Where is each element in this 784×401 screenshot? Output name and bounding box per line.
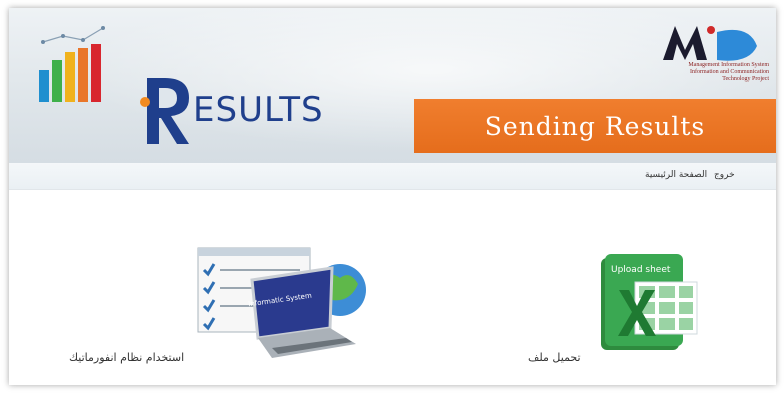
mis-caption: Management Information System Informatio… xyxy=(639,62,769,83)
results-logo: ESULTS xyxy=(137,68,357,148)
informatic-system-link[interactable]: استخدام نظام انفورماتيك xyxy=(69,351,184,364)
bar-chart-icon xyxy=(39,26,105,102)
mis-line-3: Technology Project xyxy=(722,76,769,82)
nav-home-link[interactable]: الصفحة الرئيسية xyxy=(645,170,707,180)
r-letter-icon xyxy=(140,78,189,144)
upload-sheet-caption: Upload sheet xyxy=(611,265,671,275)
excel-upload-icon[interactable]: Upload sheet xyxy=(595,250,705,356)
header-banner: ESULTS Management Information System Inf… xyxy=(9,8,776,163)
page-frame: ESULTS Management Information System Inf… xyxy=(9,8,776,385)
mis-logo-icon xyxy=(663,26,757,61)
nav-logout-link[interactable]: خروج xyxy=(714,170,735,180)
mis-line-1: Management Information System xyxy=(688,62,769,68)
nav-bar: الصفحة الرئيسية خروج xyxy=(9,163,776,190)
upload-file-link[interactable]: تحميل ملف xyxy=(528,351,581,364)
logo-text: ESULTS xyxy=(193,90,324,130)
banner-title: Sending Results xyxy=(414,99,776,153)
mis-line-2: Information and Communication xyxy=(690,69,769,75)
